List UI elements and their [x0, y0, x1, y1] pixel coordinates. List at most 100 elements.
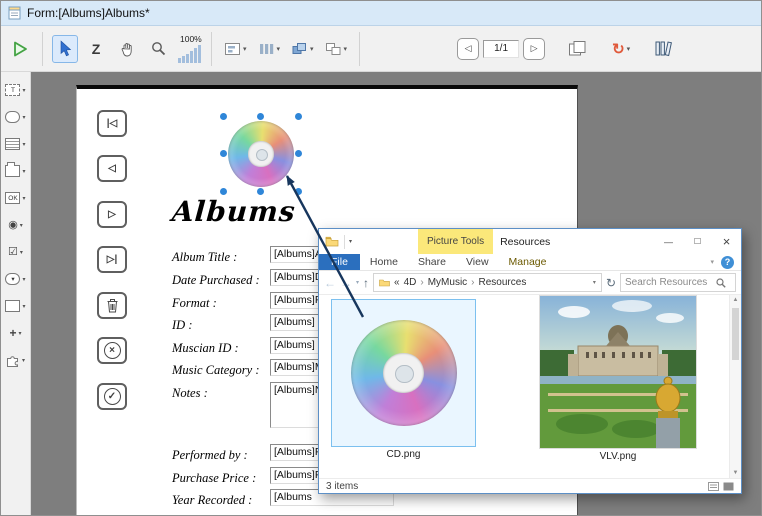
selection-handle[interactable]: [295, 188, 302, 195]
breadcrumb-item[interactable]: 4D: [404, 277, 417, 288]
refresh-dropdown[interactable]: ↻ ▾: [609, 37, 633, 61]
radio-button-tool[interactable]: ◉ ▾: [8, 216, 23, 234]
first-record-button[interactable]: |◁: [97, 110, 127, 137]
listbox-tool[interactable]: ▾: [5, 135, 25, 153]
selection-handle[interactable]: [220, 113, 227, 120]
tab-view[interactable]: View: [456, 254, 499, 270]
scrollbar[interactable]: ▲ ▼: [729, 295, 741, 478]
help-button[interactable]: ?: [721, 256, 734, 269]
entry-order-tool-button[interactable]: Z: [83, 35, 109, 63]
button-tool[interactable]: ▾: [5, 108, 25, 126]
plugin-tool[interactable]: ▾: [6, 351, 25, 369]
recent-locations-caret-icon[interactable]: ▾: [356, 279, 359, 286]
page-manager-button[interactable]: [564, 35, 590, 63]
next-record-button[interactable]: ▷: [97, 201, 127, 228]
tab-home[interactable]: Home: [360, 254, 408, 270]
chevron-down-icon[interactable]: ▾: [310, 45, 314, 53]
delete-record-button[interactable]: [97, 292, 127, 319]
selection-handle[interactable]: [295, 150, 302, 157]
accept-button[interactable]: ✓: [97, 383, 127, 410]
quick-access-caret-icon[interactable]: ▾: [349, 238, 352, 245]
search-input[interactable]: [625, 277, 713, 288]
tab-file[interactable]: File: [319, 254, 360, 270]
refresh-button[interactable]: ↻: [606, 276, 616, 290]
chevron-down-icon[interactable]: ▾: [22, 87, 25, 94]
chevron-down-icon[interactable]: ▾: [22, 168, 25, 175]
field-label: Format :: [172, 296, 217, 310]
chevron-down-icon[interactable]: ▾: [22, 303, 25, 310]
app-window: Form:[Albums]Albums* Z: [0, 0, 762, 516]
field-tool[interactable]: T ▾: [5, 81, 25, 99]
chevron-down-icon[interactable]: ▾: [22, 114, 25, 121]
zoom-tool-button[interactable]: [145, 35, 171, 63]
ribbon-expand-icon[interactable]: ▾: [710, 258, 714, 266]
scroll-up-icon[interactable]: ▲: [730, 297, 741, 303]
ok-button-tool[interactable]: OK ▾: [5, 189, 25, 207]
zoom-level-control[interactable]: 100%: [178, 34, 202, 63]
selection-handle[interactable]: [257, 188, 264, 195]
previous-record-button[interactable]: ◁: [97, 155, 127, 182]
chevron-down-icon[interactable]: ▾: [22, 195, 25, 202]
chevron-down-icon[interactable]: ▾: [22, 141, 25, 148]
splitter-tool[interactable]: + ▾: [9, 324, 21, 342]
cancel-button[interactable]: ×: [97, 337, 127, 364]
zoom-bars-icon[interactable]: [178, 45, 202, 63]
chevron-down-icon[interactable]: ▾: [344, 45, 348, 53]
thumbnails-view-button[interactable]: [723, 481, 734, 492]
move-tool-button[interactable]: [114, 35, 140, 63]
object-library-button[interactable]: [650, 35, 676, 63]
explorer-statusbar: 3 items: [319, 478, 741, 493]
back-button[interactable]: ←: [324, 276, 336, 290]
cancel-circle-icon: ×: [104, 342, 121, 359]
selection-handle[interactable]: [295, 113, 302, 120]
zoom-level-label: 100%: [180, 34, 202, 44]
checkbox-tool[interactable]: ☑ ▾: [8, 243, 23, 261]
last-record-glyph: ▷|: [107, 254, 118, 265]
address-bar[interactable]: « 4D › MyMusic › Resources ▾: [373, 273, 602, 292]
cd-image-object[interactable]: [224, 117, 298, 191]
forward-button[interactable]: →: [340, 276, 352, 290]
next-page-button[interactable]: ▷: [523, 38, 545, 60]
tab-share[interactable]: Share: [408, 254, 456, 270]
run-form-button[interactable]: [7, 35, 33, 63]
address-dropdown-caret-icon[interactable]: ▾: [593, 279, 596, 286]
file-item-vlv[interactable]: VLV.png: [539, 295, 697, 462]
close-button[interactable]: ×: [712, 229, 741, 254]
breadcrumb-item[interactable]: Resources: [479, 277, 527, 288]
chevron-down-icon[interactable]: ▾: [22, 357, 25, 364]
chevron-down-icon[interactable]: ▾: [20, 249, 23, 256]
maximize-button[interactable]: □: [683, 229, 712, 254]
scroll-down-icon[interactable]: ▼: [730, 470, 741, 476]
toolbar-separator: [211, 32, 212, 66]
search-box[interactable]: [620, 273, 736, 292]
chevron-down-icon[interactable]: ▾: [22, 276, 25, 283]
rectangle-tool[interactable]: ▾: [5, 297, 25, 315]
tab-control-tool[interactable]: ▾: [5, 162, 25, 180]
tab-control-tool-icon: [5, 165, 20, 177]
selection-handle[interactable]: [220, 188, 227, 195]
chevron-down-icon[interactable]: ▾: [277, 45, 281, 53]
previous-page-button[interactable]: ◁: [457, 38, 479, 60]
selection-handle[interactable]: [257, 113, 264, 120]
breadcrumb-item[interactable]: MyMusic: [428, 277, 467, 288]
file-item-cd[interactable]: CD.png: [331, 299, 476, 460]
group-dropdown[interactable]: ▾: [322, 39, 351, 59]
chevron-down-icon[interactable]: ▾: [19, 330, 22, 337]
minimize-button[interactable]: —: [654, 229, 683, 254]
chevron-down-icon[interactable]: ▾: [627, 45, 631, 53]
last-record-button[interactable]: ▷|: [97, 246, 127, 273]
align-dropdown[interactable]: ▾: [221, 39, 250, 59]
field-value-box[interactable]: [Albums]: [270, 314, 324, 331]
selection-handle[interactable]: [220, 150, 227, 157]
chevron-down-icon[interactable]: ▾: [20, 222, 23, 229]
field-value-box[interactable]: [Albums]: [270, 337, 324, 354]
distribute-dropdown[interactable]: ▾: [255, 39, 284, 59]
tab-manage[interactable]: Manage: [499, 254, 557, 270]
up-button[interactable]: ↑: [363, 276, 369, 290]
details-view-button[interactable]: [708, 481, 719, 492]
chevron-down-icon[interactable]: ▾: [243, 45, 247, 53]
combo-box-tool[interactable]: ▾ ▾: [5, 270, 25, 288]
selection-tool-button[interactable]: [52, 35, 78, 63]
level-dropdown[interactable]: ▾: [288, 39, 317, 59]
scrollbar-thumb[interactable]: [732, 308, 739, 360]
